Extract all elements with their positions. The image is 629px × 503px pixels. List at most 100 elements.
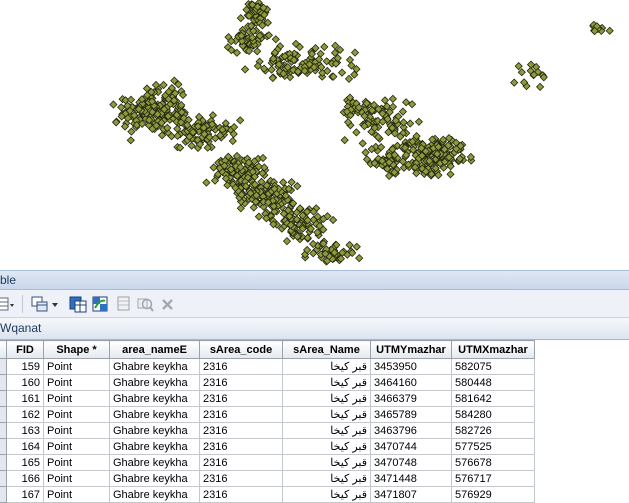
table-options-icon[interactable]	[0, 295, 16, 313]
cell-utmx[interactable]: 580448	[451, 374, 535, 391]
column-header-area-name[interactable]: area_nameE	[109, 340, 200, 359]
table-row[interactable]: 167 Point Ghabre keykha 2316 قبر کیخا 3471807…	[0, 486, 535, 503]
cell-area-name[interactable]: Ghabre keykha	[109, 390, 200, 407]
point-symbol	[344, 74, 354, 84]
cell-area-name[interactable]: Ghabre keykha	[109, 406, 200, 423]
delete-selected-icon[interactable]	[159, 295, 177, 313]
cell-area-name[interactable]: Ghabre keykha	[109, 358, 200, 375]
column-header-sarea-code[interactable]: sArea_code	[199, 340, 283, 359]
cell-sarea-name[interactable]: قبر کیخا	[282, 454, 371, 471]
cell-utmy[interactable]: 3466379	[370, 390, 452, 407]
cell-sarea-code[interactable]: 2316	[199, 406, 283, 423]
cell-fid[interactable]: 167	[6, 486, 44, 503]
cell-shape[interactable]: Point	[43, 374, 110, 391]
cell-shape[interactable]: Point	[43, 438, 110, 455]
cell-fid[interactable]: 164	[6, 438, 44, 455]
cell-sarea-code[interactable]: 2316	[199, 454, 283, 471]
cell-utmx[interactable]: 582075	[451, 358, 535, 375]
point-symbol	[355, 253, 364, 263]
column-header-fid[interactable]: FID	[6, 340, 44, 359]
point-symbol	[510, 78, 519, 87]
cell-utmy[interactable]: 3471807	[370, 486, 452, 503]
cell-sarea-name[interactable]: قبر کیخا	[282, 470, 371, 487]
cell-sarea-name[interactable]: قبر کیخا	[282, 358, 371, 375]
cell-fid[interactable]: 159	[6, 358, 44, 375]
cell-sarea-name[interactable]: قبر کیخا	[282, 422, 371, 439]
cell-fid[interactable]: 165	[6, 454, 44, 471]
cell-area-name[interactable]: Ghabre keykha	[109, 486, 200, 503]
cell-sarea-code[interactable]: 2316	[199, 374, 283, 391]
cell-utmx[interactable]: 576717	[451, 470, 535, 487]
column-header-utmy[interactable]: UTMYmazhar	[370, 340, 452, 359]
cell-utmy[interactable]: 3471448	[370, 470, 452, 487]
cell-sarea-code[interactable]: 2316	[199, 390, 283, 407]
cell-utmx[interactable]: 582726	[451, 422, 535, 439]
cell-utmx[interactable]: 576929	[451, 486, 535, 503]
cell-shape[interactable]: Point	[43, 486, 110, 503]
point-symbol	[328, 215, 338, 225]
table-row[interactable]: 164 Point Ghabre keykha 2316 قبر کیخا 3470744…	[0, 438, 535, 455]
related-tables-icon[interactable]	[30, 295, 62, 313]
cell-area-name[interactable]: Ghabre keykha	[109, 454, 200, 471]
point-symbol	[117, 103, 126, 112]
cell-area-name[interactable]: Ghabre keykha	[109, 470, 200, 487]
cell-shape[interactable]: Point	[43, 406, 110, 423]
cell-utmx[interactable]: 581642	[451, 390, 535, 407]
map-view[interactable]	[0, 0, 629, 270]
table-row[interactable]: 162 Point Ghabre keykha 2316 قبر کیخا 3465789…	[0, 406, 535, 423]
cell-sarea-name[interactable]: قبر کیخا	[282, 486, 371, 503]
cell-sarea-name[interactable]: قبر کیخا	[282, 390, 371, 407]
cell-shape[interactable]: Point	[43, 390, 110, 407]
cell-shape[interactable]: Point	[43, 470, 110, 487]
cell-area-name[interactable]: Ghabre keykha	[109, 422, 200, 439]
clear-selection-icon[interactable]	[115, 295, 133, 313]
cell-shape[interactable]: Point	[43, 454, 110, 471]
select-by-attributes-icon[interactable]	[68, 295, 88, 313]
layer-tab[interactable]: Wqanat	[0, 318, 629, 340]
cell-sarea-code[interactable]: 2316	[199, 422, 283, 439]
table-row[interactable]: 166 Point Ghabre keykha 2316 قبر کیخا 3471448…	[0, 470, 535, 487]
cell-area-name[interactable]: Ghabre keykha	[109, 374, 200, 391]
cell-shape[interactable]: Point	[43, 422, 110, 439]
cell-sarea-code[interactable]: 2316	[199, 438, 283, 455]
column-header-shape[interactable]: Shape *	[43, 340, 110, 359]
table-row[interactable]: 163 Point Ghabre keykha 2316 قبر کیخا 3463796…	[0, 422, 535, 439]
table-row[interactable]: 160 Point Ghabre keykha 2316 قبر کیخا 3464160…	[0, 374, 535, 391]
table-row[interactable]: 165 Point Ghabre keykha 2316 قبر کیخا 3470748…	[0, 454, 535, 471]
point-symbol	[320, 42, 329, 52]
cell-area-name[interactable]: Ghabre keykha	[109, 438, 200, 455]
cell-utmy[interactable]: 3453950	[370, 358, 452, 375]
cell-sarea-name[interactable]: قبر کیخا	[282, 406, 371, 423]
cell-utmy[interactable]: 3470748	[370, 454, 452, 471]
cell-fid[interactable]: 160	[6, 374, 44, 391]
zoom-to-selected-icon[interactable]	[136, 295, 154, 313]
switch-selection-icon[interactable]	[91, 295, 111, 313]
cell-sarea-name[interactable]: قبر کیخا	[282, 438, 371, 455]
table-row[interactable]: 161 Point Ghabre keykha 2316 قبر کیخا 3466379…	[0, 390, 535, 407]
point-symbol	[337, 68, 347, 77]
cell-fid[interactable]: 162	[6, 406, 44, 423]
cell-utmy[interactable]: 3470744	[370, 438, 452, 455]
point-symbol	[406, 119, 415, 128]
cell-sarea-code[interactable]: 2316	[199, 486, 283, 503]
cell-utmx[interactable]: 584280	[451, 406, 535, 423]
column-header-sarea-name[interactable]: sArea_Name	[282, 340, 371, 359]
column-header-utmx[interactable]: UTMXmazhar	[451, 340, 535, 359]
table-row[interactable]: 159 Point Ghabre keykha 2316 قبر کیخا 3453950…	[0, 358, 535, 375]
cell-utmx[interactable]: 577525	[451, 438, 535, 455]
cell-fid[interactable]: 166	[6, 470, 44, 487]
point-symbol	[352, 242, 361, 251]
cell-fid[interactable]: 161	[6, 390, 44, 407]
cell-sarea-code[interactable]: 2316	[199, 470, 283, 487]
point-symbol	[388, 94, 398, 104]
cell-utmx[interactable]: 576678	[451, 454, 535, 471]
cell-fid[interactable]: 163	[6, 422, 44, 439]
cell-utmy[interactable]: 3463796	[370, 422, 452, 439]
cell-sarea-name[interactable]: قبر کیخا	[282, 374, 371, 391]
cell-utmy[interactable]: 3465789	[370, 406, 452, 423]
point-symbol	[605, 26, 614, 35]
cell-utmy[interactable]: 3464160	[370, 374, 452, 391]
point-symbol	[126, 95, 136, 104]
cell-sarea-code[interactable]: 2316	[199, 358, 283, 375]
cell-shape[interactable]: Point	[43, 358, 110, 375]
